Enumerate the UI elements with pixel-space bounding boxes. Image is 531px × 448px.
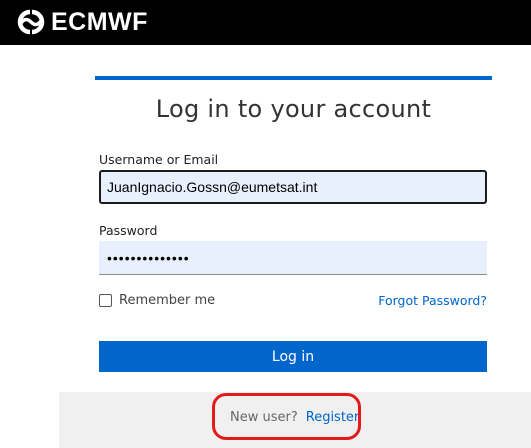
forgot-password-link[interactable]: Forgot Password? <box>378 293 487 308</box>
remember-me-checkbox[interactable] <box>99 294 112 307</box>
password-input[interactable] <box>99 241 487 275</box>
login-button[interactable]: Log in <box>99 341 487 372</box>
ecmwf-logo[interactable]: ECMWF <box>12 8 148 36</box>
annotation-highlight-ring <box>212 393 361 440</box>
top-header-bar: ECMWF <box>0 0 531 45</box>
logo-text: ECMWF <box>51 8 148 36</box>
ecmwf-logo-icon <box>17 9 45 35</box>
remember-me-label: Remember me <box>119 293 216 308</box>
password-label: Password <box>99 223 158 238</box>
username-label: Username or Email <box>99 152 219 167</box>
remember-me[interactable]: Remember me <box>99 293 215 308</box>
page-title: Log in to your account <box>155 95 432 123</box>
username-input[interactable] <box>99 170 487 204</box>
